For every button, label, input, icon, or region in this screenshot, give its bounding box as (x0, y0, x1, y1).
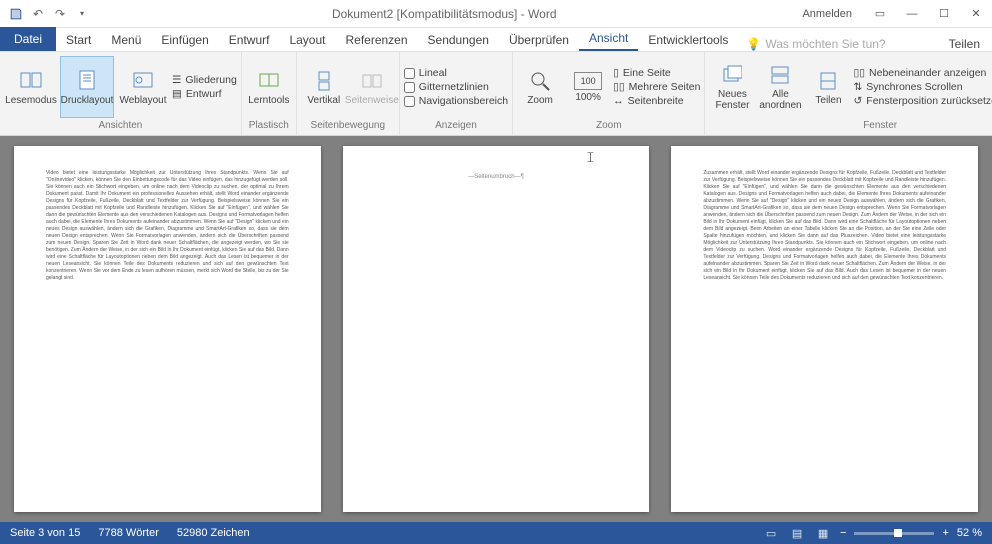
status-words[interactable]: 7788 Wörter (98, 527, 159, 539)
tab-referenzen[interactable]: Referenzen (335, 29, 417, 51)
tab-entwicklertools[interactable]: Entwicklertools (638, 29, 738, 51)
close-icon[interactable]: ✕ (960, 2, 992, 26)
multipage-icon: ▯▯ (613, 81, 625, 93)
hundred-icon: 100 (574, 72, 602, 90)
gliederung-button[interactable]: ☰Gliederung (172, 74, 237, 86)
arrange-icon (768, 63, 792, 87)
minimize-icon[interactable]: — (896, 2, 928, 26)
maximize-icon[interactable]: ☐ (928, 2, 960, 26)
entwurf-button[interactable]: ▤Entwurf (172, 88, 222, 100)
onepage-icon: ▯ (613, 67, 619, 79)
quick-access-toolbar: ↶ ↷ ▾ (0, 4, 98, 24)
window-title: Dokument2 [Kompatibilitätsmodus] - Word (98, 7, 790, 21)
vertical-icon (312, 69, 336, 93)
gitter-checkbox[interactable]: Gitternetzlinien (404, 81, 489, 93)
window-controls: ▭ — ☐ ✕ (864, 2, 992, 26)
tab-entwurf[interactable]: Entwurf (219, 29, 280, 51)
signin-link[interactable]: Anmelden (790, 8, 864, 20)
synchron-button[interactable]: ⇅Synchrones Scrollen (853, 81, 962, 93)
sync-icon: ⇅ (853, 81, 862, 93)
status-page[interactable]: Seite 3 von 15 (10, 527, 80, 539)
drucklayout-button[interactable]: Drucklayout (60, 56, 114, 118)
text-cursor-icon: 𝙸 (585, 154, 595, 161)
page-icon (75, 69, 99, 93)
seitenbreite-button[interactable]: ↔Seitenbreite (613, 95, 684, 107)
lerntools-button[interactable]: Lerntools (246, 56, 292, 118)
page-1[interactable]: Video bietet eine leistungsstarke Möglic… (14, 146, 321, 512)
read-mode-icon[interactable]: ▭ (762, 525, 780, 541)
group-anzeigen: Lineal Gitternetzlinien Navigationsberei… (400, 52, 513, 135)
globe-icon (131, 69, 155, 93)
ribbon-tabs: Datei Start Menü Einfügen Entwurf Layout… (0, 28, 992, 52)
group-ansichten: Lesemodus Drucklayout Weblayout ☰Glieder… (0, 52, 242, 135)
status-bar: Seite 3 von 15 7788 Wörter 52980 Zeichen… (0, 522, 992, 544)
sidebyside-icon: ▯▯ (853, 67, 865, 79)
undo-icon[interactable]: ↶ (28, 4, 48, 24)
ribbon: Lesemodus Drucklayout Weblayout ☰Glieder… (0, 52, 992, 136)
titlebar: ↶ ↷ ▾ Dokument2 [Kompatibilitätsmodus] -… (0, 0, 992, 28)
lesemodus-button[interactable]: Lesemodus (4, 56, 58, 118)
zoom-in-button[interactable]: + (942, 527, 948, 539)
zoom-100-button[interactable]: 100 100% (565, 56, 611, 118)
print-layout-icon[interactable]: ▤ (788, 525, 806, 541)
fensterposition-button[interactable]: ↺Fensterposition zurücksetzen (853, 95, 992, 107)
reset-pos-icon: ↺ (853, 95, 862, 107)
save-icon[interactable] (6, 4, 26, 24)
zoom-out-button[interactable]: − (840, 527, 846, 539)
magnifier-icon (528, 69, 552, 93)
page-break-label: —Seitenumbruch—¶ (375, 174, 618, 181)
tell-me-search[interactable]: 💡 Was möchten Sie tun? (738, 37, 893, 51)
new-window-icon (720, 63, 744, 87)
status-chars[interactable]: 52980 Zeichen (177, 527, 250, 539)
qat-dropdown-icon[interactable]: ▾ (72, 4, 92, 24)
navigation-checkbox[interactable]: Navigationsbereich (404, 95, 508, 107)
tab-start[interactable]: Start (56, 29, 101, 51)
weblayout-button[interactable]: Weblayout (116, 56, 170, 118)
learning-icon (257, 69, 281, 93)
group-plastisch: Lerntools Plastisch (242, 52, 297, 135)
tab-menu[interactable]: Menü (101, 29, 151, 51)
tab-ansicht[interactable]: Ansicht (579, 27, 638, 51)
web-layout-icon[interactable]: ▦ (814, 525, 832, 541)
side-icon (360, 69, 384, 93)
split-icon (816, 69, 840, 93)
neues-fenster-button[interactable]: Neues Fenster (709, 56, 755, 118)
vertikal-button[interactable]: Vertikal (301, 56, 347, 118)
alle-anordnen-button[interactable]: Alle anordnen (757, 56, 803, 118)
draft-icon: ▤ (172, 88, 182, 100)
group-seitenbewegung: Vertikal Seitenweise Seitenbewegung (297, 52, 400, 135)
zoom-button[interactable]: Zoom (517, 56, 563, 118)
redo-icon[interactable]: ↷ (50, 4, 70, 24)
nebeneinander-button[interactable]: ▯▯Nebeneinander anzeigen (853, 67, 986, 79)
tab-einfuegen[interactable]: Einfügen (151, 29, 218, 51)
page-3[interactable]: Zusammen erhält, stellt Word einander er… (671, 146, 978, 512)
tell-me-placeholder: Was möchten Sie tun? (765, 37, 885, 51)
document-canvas[interactable]: Video bietet eine leistungsstarke Möglic… (0, 136, 992, 522)
outline-icon: ☰ (172, 74, 181, 86)
zoom-slider[interactable] (854, 532, 934, 535)
eine-seite-button[interactable]: ▯Eine Seite (613, 67, 671, 79)
tab-file[interactable]: Datei (0, 27, 56, 51)
ribbon-display-icon[interactable]: ▭ (864, 2, 896, 26)
book-icon (19, 69, 43, 93)
tab-sendungen[interactable]: Sendungen (418, 29, 499, 51)
tab-layout[interactable]: Layout (279, 29, 335, 51)
pagewidth-icon: ↔ (613, 95, 624, 107)
teilen-button[interactable]: Teilen (805, 56, 851, 118)
zoom-level[interactable]: 52 % (957, 527, 982, 539)
page-2[interactable]: —Seitenumbruch—¶ 𝙸 (343, 146, 650, 512)
group-fenster: Neues Fenster Alle anordnen Teilen ▯▯Neb… (705, 52, 992, 135)
seitenweise-button[interactable]: Seitenweise (349, 56, 395, 118)
lightbulb-icon: 💡 (746, 37, 761, 51)
group-zoom: Zoom 100 100% ▯Eine Seite ▯▯Mehrere Seit… (513, 52, 705, 135)
lineal-checkbox[interactable]: Lineal (404, 67, 447, 79)
tab-ueberpruefen[interactable]: Überprüfen (499, 29, 579, 51)
share-button[interactable]: Teilen (937, 37, 992, 51)
mehrere-seiten-button[interactable]: ▯▯Mehrere Seiten (613, 81, 700, 93)
